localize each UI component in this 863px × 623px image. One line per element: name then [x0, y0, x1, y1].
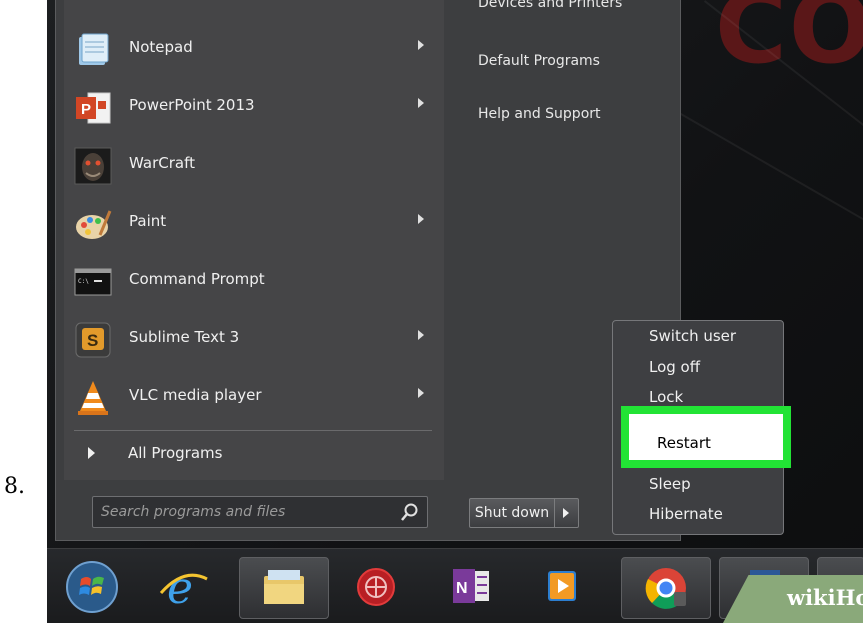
media-player-icon[interactable]	[531, 557, 593, 617]
place-item-devices-printers[interactable]: Devices and Printers	[478, 0, 622, 11]
search-input[interactable]	[99, 501, 389, 523]
program-item-notepad[interactable]: Notepad	[64, 18, 444, 76]
program-label: PowerPoint 2013	[129, 96, 255, 114]
desktop-background-text: CO	[715, 0, 863, 86]
submenu-arrow-icon	[418, 388, 424, 398]
menu-item-sleep[interactable]: Sleep	[649, 475, 691, 493]
svg-text:S: S	[87, 331, 98, 350]
watermark-wiki-text: wiki	[787, 585, 836, 610]
menu-item-hibernate[interactable]: Hibernate	[649, 505, 723, 523]
program-label: VLC media player	[129, 386, 262, 404]
search-box[interactable]	[92, 496, 428, 528]
program-item-powerpoint[interactable]: P PowerPoint 2013	[64, 76, 444, 134]
shutdown-options-button[interactable]	[555, 499, 578, 527]
restart-highlight-box: Restart	[621, 406, 791, 468]
sublime-text-icon: S	[74, 321, 112, 359]
program-label: Paint	[129, 212, 167, 230]
place-item-help-support[interactable]: Help and Support	[478, 106, 601, 122]
paint-icon	[74, 205, 112, 243]
step-number: 8.	[4, 474, 25, 499]
all-programs-label: All Programs	[128, 444, 223, 462]
svg-text:P: P	[81, 101, 91, 118]
onenote-icon[interactable]: N	[439, 557, 501, 617]
command-prompt-icon: C:\	[74, 263, 112, 301]
place-item-default-programs[interactable]: Default Programs	[478, 53, 600, 69]
right-arrow-icon	[88, 447, 95, 459]
search-icon[interactable]	[399, 501, 421, 523]
vlc-icon	[74, 379, 112, 417]
program-item-sublime-text[interactable]: S Sublime Text 3	[64, 308, 444, 366]
divider	[74, 430, 432, 431]
submenu-arrow-icon	[418, 40, 424, 50]
submenu-arrow-icon	[418, 98, 424, 108]
watermark-logo: wikiHow	[787, 585, 863, 610]
warcraft-icon	[74, 147, 112, 185]
menu-item-switch-user[interactable]: Switch user	[649, 327, 736, 345]
program-item-command-prompt[interactable]: C:\ Command Prompt	[64, 250, 444, 308]
menu-item-restart[interactable]: Restart	[657, 434, 711, 452]
watermark-how-text: How	[835, 585, 863, 610]
desktop-screen: CO Notepad P PowerPoint 2013 WarCraft Pa…	[47, 0, 863, 623]
submenu-arrow-icon	[418, 330, 424, 340]
program-label: Command Prompt	[129, 270, 265, 288]
powerpoint-icon: P	[74, 89, 112, 127]
svg-text:C:\: C:\	[78, 278, 89, 285]
file-explorer-icon[interactable]	[239, 557, 329, 619]
notepad-icon	[74, 31, 112, 69]
menu-item-lock[interactable]: Lock	[649, 388, 683, 406]
programs-pane: Notepad P PowerPoint 2013 WarCraft Paint…	[64, 0, 444, 480]
program-item-warcraft[interactable]: WarCraft	[64, 134, 444, 192]
menu-item-log-off[interactable]: Log off	[649, 358, 700, 376]
program-item-vlc[interactable]: VLC media player	[64, 366, 444, 424]
power-options-menu: Switch user Log off Lock Restart Sleep H…	[612, 320, 791, 535]
shutdown-button-group: Shut down	[469, 498, 579, 528]
shutdown-button[interactable]: Shut down	[470, 499, 555, 527]
chrome-icon[interactable]	[621, 557, 711, 619]
program-item-paint[interactable]: Paint	[64, 192, 444, 250]
svg-text:N: N	[456, 580, 468, 597]
right-arrow-icon	[563, 508, 569, 518]
internet-explorer-icon[interactable]: e	[153, 557, 215, 617]
start-orb-icon[interactable]	[61, 557, 123, 617]
submenu-arrow-icon	[418, 214, 424, 224]
start-menu: Notepad P PowerPoint 2013 WarCraft Paint…	[55, 0, 681, 541]
program-label: Sublime Text 3	[129, 328, 240, 346]
svg-text:e: e	[167, 563, 193, 614]
program-label: WarCraft	[129, 154, 195, 172]
program-label: Notepad	[129, 38, 193, 56]
security-app-icon[interactable]	[345, 557, 407, 617]
